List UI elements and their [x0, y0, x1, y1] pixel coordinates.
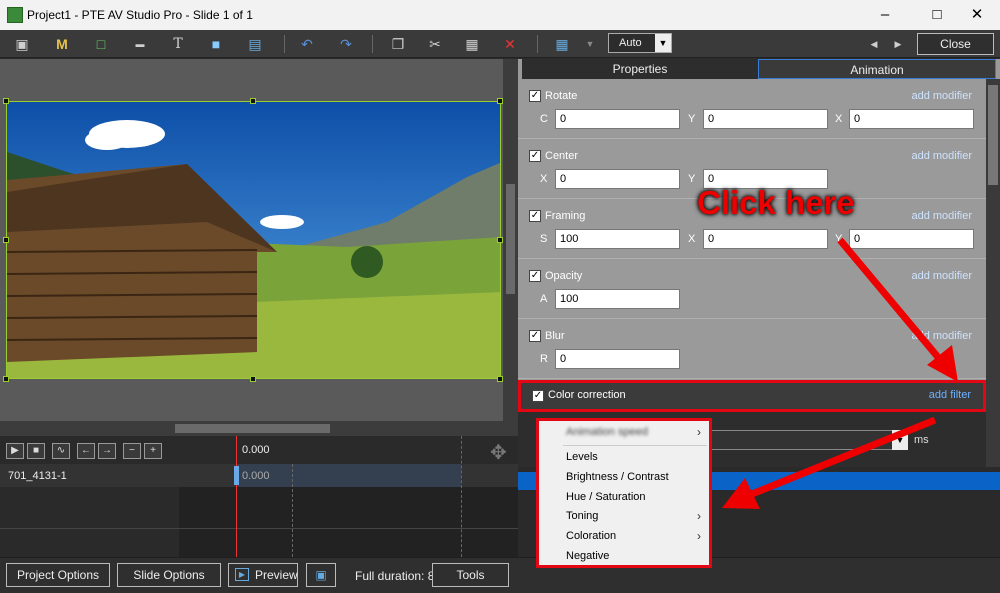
- menu-item-label: Negative: [566, 550, 610, 562]
- menu-item-negative[interactable]: Negative: [539, 548, 709, 566]
- add-filter-menu: Animation speed › Levels Brightness / Contr…: [536, 418, 712, 568]
- submenu-arrow-icon: ›: [697, 509, 701, 523]
- menu-item-hue-saturation[interactable]: Hue / Saturation: [539, 489, 709, 507]
- menu-item-levels[interactable]: Levels: [539, 449, 709, 467]
- click-here-annotation: Click here: [697, 184, 855, 221]
- menu-item-label: Levels: [566, 451, 598, 463]
- menu-item-toning[interactable]: Toning ›: [539, 508, 709, 526]
- submenu-arrow-icon: ›: [697, 529, 701, 543]
- menu-separator: [563, 445, 707, 446]
- menu-item-coloration[interactable]: Coloration ›: [539, 528, 709, 546]
- submenu-arrow-icon: ›: [697, 425, 701, 439]
- annotation-arrows: [722, 237, 958, 509]
- arrow-line: [750, 416, 937, 498]
- menu-item-label: Animation speed: [566, 426, 648, 438]
- menu-item-label: Coloration: [566, 530, 617, 542]
- menu-item-brightness-contrast[interactable]: Brightness / Contrast: [539, 469, 709, 487]
- menu-item-label: Hue / Saturation: [566, 491, 646, 503]
- menu-item-label: Toning: [566, 510, 599, 522]
- menu-item-animation-speed[interactable]: Animation speed ›: [539, 424, 709, 442]
- menu-item-label: Brightness / Contrast: [566, 471, 669, 483]
- arrow-line: [837, 237, 945, 365]
